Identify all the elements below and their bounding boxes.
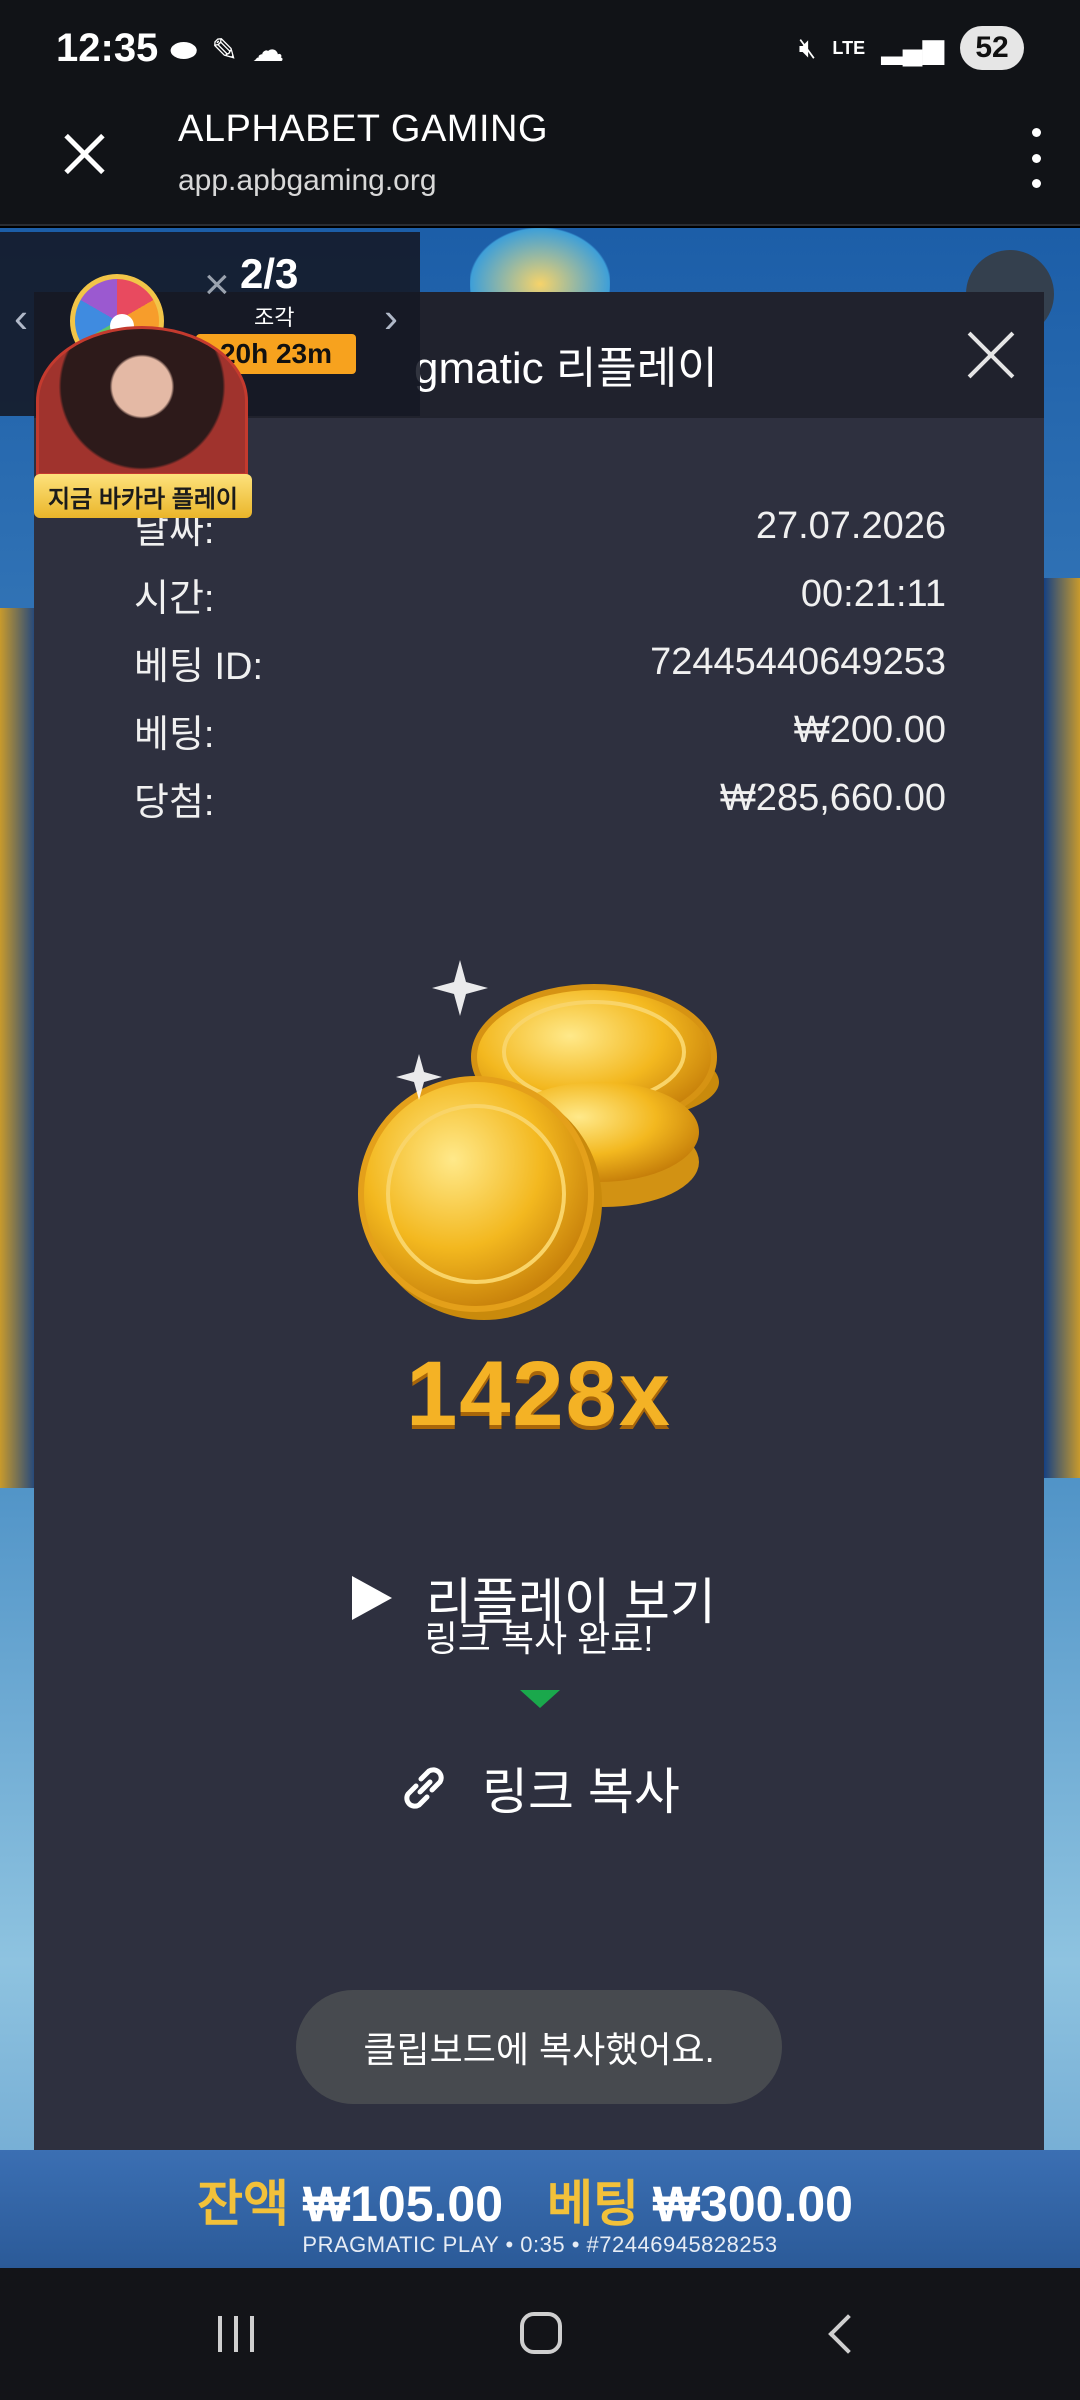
close-icon[interactable] bbox=[58, 128, 110, 180]
detail-row-date: 날짜: 27.07.2026 bbox=[134, 492, 946, 560]
play-baccarat-badge[interactable]: 지금 바카라 플레이 bbox=[34, 474, 252, 518]
site-url: app.apbgaming.org bbox=[178, 164, 437, 197]
signal-icon: ▂▄▆ bbox=[881, 32, 944, 64]
game-info: PRAGMATIC PLAY • 0:35 • #72446945828253 bbox=[302, 2232, 778, 2257]
detail-row-bet-id: 베팅 ID: 72445440649253 bbox=[134, 628, 946, 696]
bet-label: 베팅 bbox=[546, 2176, 639, 2232]
status-right-icons: 🔇︎ LTE ▂▄▆ 52 bbox=[799, 26, 1024, 70]
copy-link-label: 링크 복사 bbox=[482, 1764, 680, 1820]
detail-value: ₩200.00 bbox=[793, 708, 946, 751]
crown-decoration bbox=[470, 228, 610, 298]
balance-label: 잔액 bbox=[197, 2176, 290, 2232]
mute-icon: 🔇︎ bbox=[798, 31, 817, 63]
recent-apps-icon[interactable] bbox=[218, 2316, 254, 2352]
detail-label: 시간: bbox=[134, 577, 215, 620]
balance-line: 잔액 ₩105.00 베팅 ₩300.00 bbox=[0, 2164, 1080, 2236]
tooltip-arrow-icon bbox=[520, 1690, 560, 1708]
promo-close-icon[interactable]: × bbox=[204, 260, 230, 310]
more-options-icon[interactable] bbox=[1026, 128, 1046, 188]
lte-icon: LTE bbox=[832, 38, 866, 58]
detail-label: 베팅: bbox=[134, 713, 215, 756]
home-icon[interactable] bbox=[520, 2312, 562, 2354]
baccarat-dealer-avatar[interactable] bbox=[36, 326, 248, 476]
browser-header: ALPHABET GAMING app.apbgaming.org bbox=[0, 100, 1080, 226]
status-bar: 12:35 ⬬ ✎ ☁ 🔇︎ LTE ▂▄▆ 52 bbox=[0, 0, 1080, 100]
battery-indicator: 52 bbox=[960, 26, 1024, 70]
detail-value: 72445440649253 bbox=[650, 640, 946, 683]
ruler-icon: ✎ bbox=[211, 32, 239, 68]
gold-coins-icon bbox=[358, 960, 719, 1320]
reel-frame-right bbox=[1042, 578, 1080, 1478]
bet-details: 날짜: 27.07.2026 시간: 00:21:11 베팅 ID: 72445… bbox=[134, 492, 946, 832]
detail-label: 베팅 ID: bbox=[134, 645, 264, 688]
promo-count: 2/3 bbox=[240, 250, 299, 297]
status-time: 12:35 bbox=[56, 26, 159, 70]
link-icon bbox=[404, 1767, 444, 1809]
modal-close-icon[interactable] bbox=[966, 330, 1016, 380]
detail-value: 00:21:11 bbox=[800, 572, 946, 615]
detail-row-win: 당첨: ₩285,660.00 bbox=[134, 764, 946, 832]
site-title: ALPHABET GAMING bbox=[178, 108, 549, 150]
copy-link-button[interactable]: 링크 복사 bbox=[396, 1752, 680, 1824]
back-icon[interactable] bbox=[828, 2314, 868, 2354]
promo-piece-label: 조각 bbox=[254, 305, 295, 330]
status-notification-icons: ⬬ ✎ ☁ bbox=[170, 30, 284, 70]
balance-value: ₩105.00 bbox=[302, 2176, 504, 2232]
detail-value: 27.07.2026 bbox=[755, 504, 946, 547]
detail-row-bet: 베팅: ₩200.00 bbox=[134, 696, 946, 764]
chevron-left-icon[interactable]: ‹ bbox=[14, 294, 28, 342]
modal-title: gmatic 리플레이 bbox=[414, 344, 718, 393]
navigation-bar bbox=[0, 2268, 1080, 2400]
bet-value: ₩300.00 bbox=[652, 2176, 853, 2232]
detail-label: 당첨: bbox=[134, 781, 215, 824]
chevron-right-icon[interactable]: › bbox=[384, 294, 398, 342]
detail-row-time: 시간: 00:21:11 bbox=[134, 560, 946, 628]
game-footer: 잔액 ₩105.00 베팅 ₩300.00 PRAGMATIC PLAY • 0… bbox=[0, 2150, 1080, 2268]
detail-value: ₩285,660.00 bbox=[719, 776, 946, 819]
replay-modal: gmatic 리플레이 날짜: 27.07.2026 시간: 00:21:11 … bbox=[34, 292, 1044, 2150]
win-multiplier: 1428x bbox=[406, 1343, 672, 1445]
cloud-icon: ☁ bbox=[252, 32, 285, 68]
link-copied-tooltip: 링크 복사 완료! bbox=[424, 1618, 654, 1659]
clipboard-toast: 클립보드에 복사했어요. bbox=[296, 1990, 782, 2104]
pill-icon: ⬬ bbox=[170, 32, 198, 68]
